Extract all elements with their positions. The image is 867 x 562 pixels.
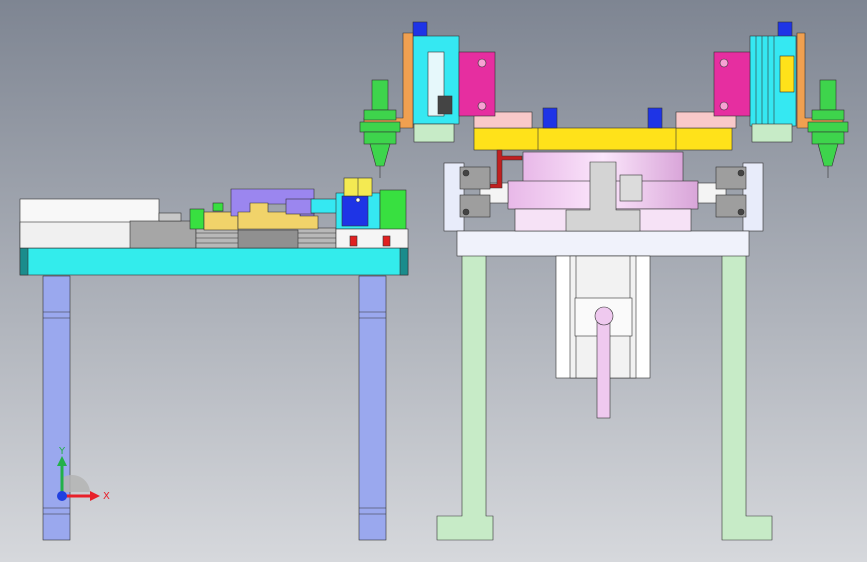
indicator-dot	[355, 197, 361, 203]
shaft-head	[594, 306, 614, 326]
center-side-block	[619, 174, 643, 202]
left-table-top[interactable]	[19, 247, 409, 276]
y-axis-label: Y	[58, 446, 66, 457]
blue-core[interactable]	[341, 195, 369, 227]
left-table-leg-right[interactable]	[358, 275, 387, 541]
z-axis-dot	[57, 491, 67, 501]
red-pin-left	[349, 235, 358, 247]
left-table-leg-left[interactable]	[42, 275, 71, 541]
yellow-plate[interactable]	[473, 127, 733, 151]
cyan-bar[interactable]	[310, 198, 338, 214]
x-axis-label: X	[103, 491, 110, 502]
blue-stop-left[interactable]	[542, 107, 558, 129]
green-clamp[interactable]	[189, 208, 205, 230]
cad-viewport[interactable]: Y X	[0, 0, 867, 562]
gray-block[interactable]	[129, 220, 197, 249]
green-housing[interactable]	[379, 189, 407, 231]
base-plate[interactable]	[456, 230, 750, 257]
blue-stop-right[interactable]	[647, 107, 663, 129]
cad-drawing[interactable]: Y X	[0, 0, 867, 562]
purple-notch	[285, 198, 315, 215]
drive-shaft[interactable]	[596, 317, 611, 419]
gray-cap	[158, 212, 182, 222]
slide-carriage[interactable]	[237, 229, 299, 249]
green-tab	[212, 202, 224, 212]
right-base-block[interactable]	[335, 228, 409, 249]
red-pin-right	[382, 235, 391, 247]
